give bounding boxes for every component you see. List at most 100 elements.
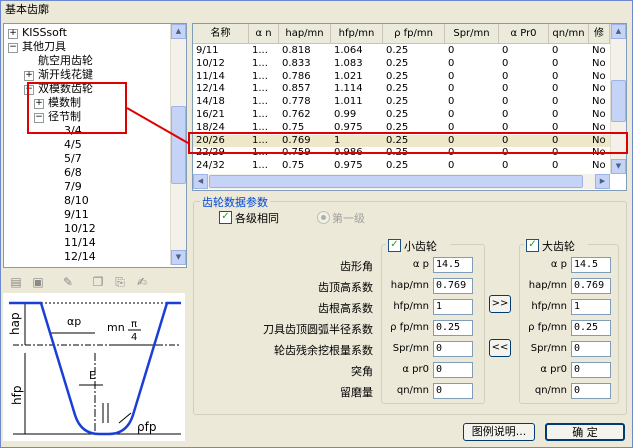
tree-item[interactable]: 12/14: [4, 250, 168, 264]
table-row[interactable]: 12/14 1... 0.857 1.114 0.25 0 0 0 No: [193, 83, 610, 95]
save-icon[interactable]: ▣: [31, 275, 45, 289]
table-cell: 0: [502, 70, 509, 82]
gear-param-symbol: qn/mn: [534, 385, 567, 396]
param-label: 齿顶高系数: [318, 281, 373, 294]
paste-icon[interactable]: ⎘: [113, 275, 127, 289]
scroll-left-icon[interactable]: ◀: [193, 174, 208, 189]
scroll-up-icon[interactable]: ▲: [171, 24, 186, 39]
scroll-right-icon[interactable]: ▶: [595, 174, 610, 189]
pinion-param-input[interactable]: 0.25: [433, 320, 473, 336]
table-row[interactable]: 9/11 1... 0.818 1.064 0.25 0 0 0 No: [193, 45, 610, 57]
pinion-label: 小齿轮: [404, 240, 437, 253]
column-header[interactable]: hap/mn: [279, 24, 331, 43]
table-cell: 0: [552, 160, 559, 172]
e-label: E: [89, 369, 96, 382]
gear-param-input[interactable]: 0.769: [571, 278, 611, 294]
pinion-param-input[interactable]: 1: [433, 299, 473, 315]
tree-item[interactable]: 7/9: [4, 180, 168, 194]
column-header[interactable]: Spr/mn: [445, 24, 499, 43]
all-same-checkbox[interactable]: ✓: [219, 211, 232, 224]
gear-param-input[interactable]: 0: [571, 341, 611, 357]
table-cell: 0.762: [282, 109, 311, 120]
tree-item[interactable]: 8/10: [4, 194, 168, 208]
tree-item-label: 4/5: [64, 138, 82, 151]
gear-title-box: ✓ 大齿轮: [524, 238, 588, 253]
table-cell: 0: [502, 96, 509, 108]
tree-item[interactable]: + KISSsoft: [4, 26, 168, 40]
highlight-box-row: [188, 132, 628, 154]
pinion-param-input[interactable]: 0: [433, 362, 473, 378]
quarter-label: 4: [131, 332, 137, 343]
pinion-checkbox[interactable]: ✓: [388, 239, 401, 252]
tree-item[interactable]: 10/12: [4, 222, 168, 236]
table-cell: No: [592, 83, 606, 95]
copy-left-button[interactable]: <<: [489, 339, 511, 357]
table-row[interactable]: 14/18 1... 0.778 1.011 0.25 0 0 0 No: [193, 96, 610, 108]
tree-item[interactable]: 9/11: [4, 208, 168, 222]
profile-table[interactable]: 名称 α n hap/mn hfp/mn ρ fp/mn Spr/mn α Pr0 qn/mn…: [192, 23, 627, 191]
table-cell: 1...: [252, 57, 268, 69]
pinion-param-input[interactable]: 0: [433, 341, 473, 357]
tree-item[interactable]: 6/8: [4, 166, 168, 180]
table-cell: 1.011: [334, 96, 363, 108]
table-vscroll-thumb[interactable]: [611, 80, 626, 122]
table-cell: 0: [552, 96, 559, 108]
column-header[interactable]: qn/mn: [549, 24, 589, 43]
tree-item[interactable]: − 其他刀具: [4, 40, 168, 54]
table-cell: No: [592, 70, 606, 82]
gear-param-input[interactable]: 0: [571, 362, 611, 378]
column-header[interactable]: 名称: [193, 24, 249, 43]
column-header[interactable]: ρ fp/mn: [383, 24, 445, 43]
tree-item-label: 其他刀具: [22, 40, 66, 53]
tree-item[interactable]: + 渐开线花键: [4, 68, 168, 82]
copy-icon[interactable]: ❐: [91, 275, 105, 289]
copy-right-button[interactable]: >>: [489, 295, 511, 313]
scroll-down-icon[interactable]: ▼: [611, 159, 626, 174]
gear-param-input[interactable]: 14.5: [571, 257, 611, 273]
column-header[interactable]: 修: [589, 24, 610, 43]
column-header[interactable]: α n: [249, 24, 279, 43]
scroll-down-icon[interactable]: ▼: [171, 250, 186, 265]
gear-param-input[interactable]: 0: [571, 383, 611, 399]
new-icon[interactable]: ✍: [135, 275, 149, 289]
table-cell: No: [592, 45, 606, 56]
table-cell: 0: [552, 109, 559, 120]
scroll-up-icon[interactable]: ▲: [611, 24, 626, 39]
gear-checkbox[interactable]: ✓: [526, 239, 539, 252]
rho-label: ρfp: [137, 420, 156, 434]
gear-param-input[interactable]: 0.25: [571, 320, 611, 336]
table-row[interactable]: 16/21 1... 0.762 0.99 0.25 0 0 0 No: [193, 109, 610, 121]
tree-item[interactable]: 5/7: [4, 152, 168, 166]
table-cell: 0.25: [386, 45, 409, 56]
gear-param-input[interactable]: 1: [571, 299, 611, 315]
tree-item[interactable]: 11/14: [4, 236, 168, 250]
alpha-label: αp: [67, 315, 81, 328]
pinion-param-symbol: Spr/mn: [392, 343, 429, 354]
pinion-param-input[interactable]: 14.5: [433, 257, 473, 273]
table-cell: 1...: [252, 70, 268, 82]
mn-label: mn: [107, 321, 125, 334]
table-cell: 14/18: [196, 96, 225, 108]
tree-item-label: 11/14: [64, 236, 96, 249]
pinion-param-input[interactable]: 0.769: [433, 278, 473, 294]
ok-button[interactable]: 确 定: [545, 423, 625, 441]
open-icon[interactable]: ▤: [9, 275, 23, 289]
legend-button[interactable]: 图例说明...: [463, 423, 535, 441]
table-hscroll-thumb[interactable]: [209, 175, 583, 188]
edit-icon[interactable]: ✎: [61, 275, 75, 289]
column-header[interactable]: hfp/mn: [331, 24, 383, 43]
expand-icon[interactable]: +: [24, 71, 34, 81]
column-header[interactable]: α Pr0: [499, 24, 549, 43]
tree-item-label: 10/12: [64, 222, 96, 235]
gear-param-symbol: α p: [550, 259, 567, 270]
first-stage-radio[interactable]: [317, 211, 330, 224]
collapse-icon[interactable]: −: [8, 43, 18, 53]
pinion-param-input[interactable]: 0: [433, 383, 473, 399]
table-row[interactable]: 24/32 1... 0.75 0.975 0.25 0 0 0 No: [193, 160, 610, 172]
expand-icon[interactable]: +: [8, 29, 18, 39]
gear-label: 大齿轮: [542, 240, 575, 253]
tree-item[interactable]: 航空用齿轮: [4, 54, 168, 68]
table-row[interactable]: 11/14 1... 0.786 1.021 0.25 0 0 0 No: [193, 71, 610, 83]
table-hscrollbar[interactable]: ◀ ▶: [193, 174, 610, 189]
table-row[interactable]: 10/12 1... 0.833 1.083 0.25 0 0 0 No: [193, 58, 610, 70]
